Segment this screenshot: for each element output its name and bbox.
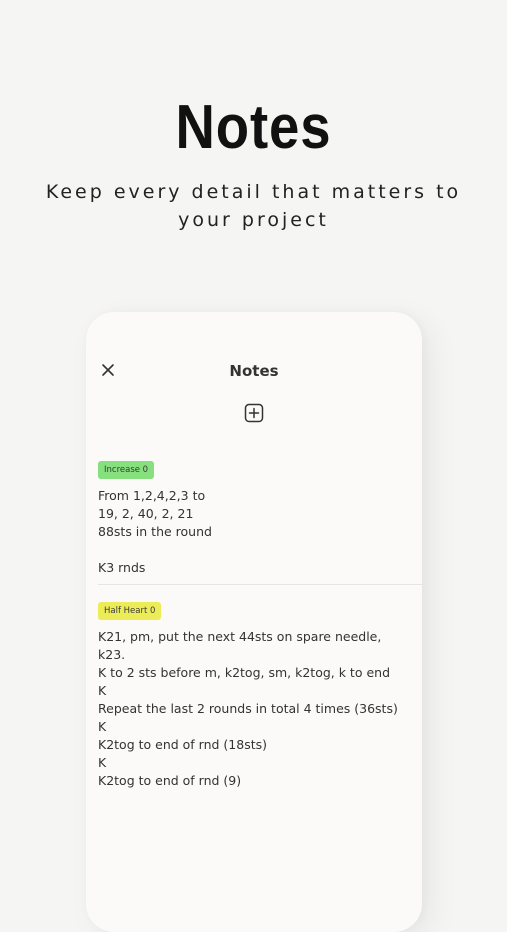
plus-square-icon — [244, 403, 264, 423]
note-body: From 1,2,4,2,3 to 19, 2, 40, 2, 21 88sts… — [98, 488, 212, 575]
note-tag[interactable]: Half Heart 0 — [98, 602, 162, 620]
add-note-button[interactable] — [244, 403, 264, 423]
note-card[interactable]: Half Heart 0 K21, pm, put the next 44sts… — [98, 598, 410, 790]
divider — [98, 584, 422, 585]
phone-screen: Notes Increase 0 From 1,2,4,2,3 to 19, 2… — [86, 312, 422, 932]
screen-title: Notes — [229, 362, 279, 380]
note-body: K21, pm, put the next 44sts on spare nee… — [98, 629, 398, 788]
hero-subtitle: Keep every detail that matters to your p… — [45, 181, 462, 231]
note-card[interactable]: Increase 0 From 1,2,4,2,3 to 19, 2, 40, … — [98, 457, 410, 577]
hero-title: Notes — [175, 93, 332, 162]
note-tag[interactable]: Increase 0 — [98, 461, 155, 479]
